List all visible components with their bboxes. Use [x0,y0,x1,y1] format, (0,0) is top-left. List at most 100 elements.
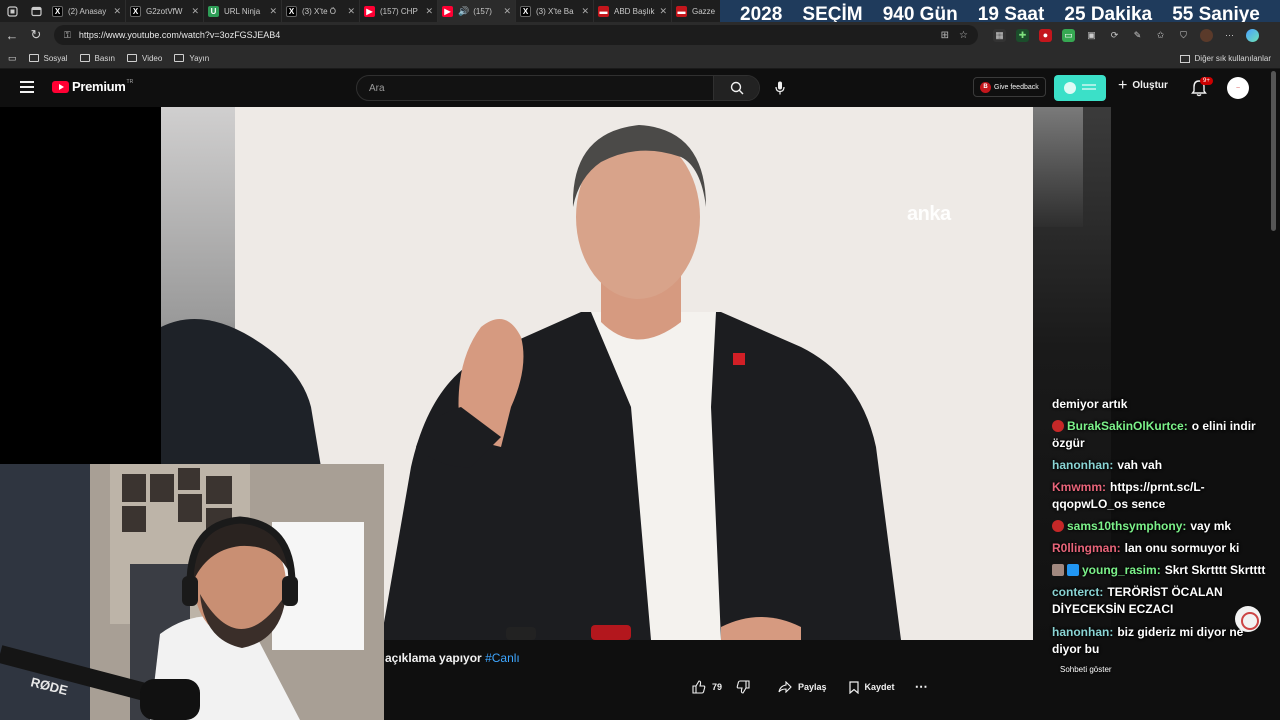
bookmark-icon [848,680,859,694]
close-tab-icon[interactable]: ✕ [113,6,121,17]
extension-toggle-button[interactable] [1054,75,1106,101]
share-icon [778,681,792,693]
close-tab-icon[interactable]: ✕ [581,6,589,17]
x-logo-icon: X [130,5,141,17]
extension-icon[interactable]: ● [1039,28,1052,42]
guide-menu-icon[interactable] [20,81,34,93]
news-icon: ▬ [676,5,687,17]
close-tab-icon[interactable]: ✕ [503,6,511,17]
chat-message: young_rasim: Skrt Skrtttt Skrtttt [1052,562,1276,579]
chat-username: hanonhan: [1052,458,1114,472]
notification-count-badge: 9+ [1200,77,1213,85]
copilot-icon[interactable] [1246,28,1259,42]
search-icon [730,81,743,95]
hashtag-link[interactable]: #Canlı [485,651,520,665]
chat-username: R0llingman: [1052,541,1121,555]
bookmark-label: Video [142,53,163,63]
page-scrollbar[interactable] [1271,71,1276,231]
x-logo-icon: X [520,5,531,17]
reload-icon[interactable]: ↻ [24,22,48,48]
folder-icon [28,54,39,62]
show-chat-button[interactable]: Sohbeti göster [1060,665,1112,674]
search-input[interactable]: Ara [357,76,713,100]
bookmark-star-icon[interactable]: ☆ [959,30,968,41]
chat-message: R0llingman: lan onu sormuyor ki [1052,540,1276,557]
close-tab-icon[interactable]: ✕ [191,6,199,17]
extension-icon[interactable]: ⟳ [1108,29,1121,42]
overlay-logo-icon [1235,606,1261,632]
youtube-play-icon [52,80,69,93]
create-button[interactable]: + Oluştur [1118,77,1168,93]
url-text: https://www.youtube.com/watch?v=3ozFGSJE… [78,30,281,40]
more-actions-button[interactable]: ⋯ [915,679,928,695]
save-button[interactable]: Kaydet [848,680,895,694]
tab-title: URL Ninja [224,6,261,16]
close-tab-icon[interactable]: ✕ [347,6,355,17]
address-bar-row: ← ↻ ⚿ https://www.youtube.com/watch?v=3o… [0,22,1280,48]
video-title: açıklama yapıyor #Canlı [385,651,520,665]
browser-tab[interactable]: X (3) X'te Ba ✕ [516,0,594,22]
close-tab-icon[interactable]: ✕ [269,6,277,17]
feedback-label: Give feedback [994,83,1039,91]
bookmark-folder[interactable]: Yayın [174,54,209,63]
video-actions: 79 Paylaş Kaydet ⋯ [692,679,942,695]
chat-username: hanonhan: [1052,625,1114,639]
tab-actions-icon[interactable] [24,0,48,22]
browser-tab[interactable]: ▶ (157) CHP ✕ [360,0,438,22]
x-logo-icon: X [286,5,297,17]
search-button[interactable] [713,76,759,100]
bookmark-folder[interactable]: Basın [79,53,115,63]
share-button[interactable]: Paylaş [778,681,827,693]
extension-icon[interactable]: ✎ [1131,29,1144,42]
bookmark-label: Basın [94,53,115,63]
video-title-text: açıklama yapıyor [385,651,482,665]
chat-username: conterct: [1052,585,1104,599]
voice-search-icon[interactable] [772,80,788,96]
browser-tab[interactable]: X (2) Anasay ✕ [48,0,126,22]
news-icon: ▬ [598,5,609,17]
browser-tab[interactable]: ▬ Gazze [672,0,722,22]
close-tab-icon[interactable]: ✕ [425,6,433,17]
browser-tab[interactable]: X (3) X'te Ö ✕ [282,0,360,22]
workspaces-icon[interactable] [0,0,24,22]
browser-tab[interactable]: ▬ ABD Başlık ✕ [594,0,672,22]
url-ninja-icon: U [208,5,219,17]
thumbs-up-icon [692,680,706,694]
browser-tab[interactable]: U URL Ninja ✕ [204,0,282,22]
app-available-icon[interactable]: ⊞ [941,30,949,41]
dislike-button[interactable] [736,680,756,694]
url-field[interactable]: ⚿ https://www.youtube.com/watch?v=3ozFGS… [54,25,978,45]
profile-avatar-icon[interactable] [1200,28,1213,42]
close-tab-icon[interactable]: ✕ [659,6,667,17]
bookmark-folder[interactable]: Sosyal [28,54,68,63]
back-icon[interactable]: ← [0,22,24,48]
browser-tab[interactable]: X G2zotVfW ✕ [126,0,204,22]
reading-list-icon[interactable]: ▭ [8,53,17,64]
extensions-bar: ▦ ✚ ● ▭ ▣ ⟳ ✎ ✩ ⛉ ⋯ [988,28,1264,42]
chat-message: hanonhan: vah vah [1052,457,1276,474]
other-favorites[interactable]: Diğer sık kullanılanlar [1179,48,1271,69]
anka-watermark: anka [907,203,951,225]
browser-tab-active[interactable]: ▶ 🔊 (157) ✕ [438,0,516,22]
bookmark-label: Yayın [189,53,210,63]
speaker-icon[interactable]: 🔊 [458,6,469,17]
account-avatar[interactable]: ~ [1227,77,1249,99]
video-info: açıklama yapıyor #Canlı 79 Paylaş Kaydet… [384,640,1044,720]
site-info-icon[interactable]: ⚿ [64,30,71,41]
save-label: Kaydet [864,682,895,692]
more-options-icon[interactable]: ⋯ [1223,29,1236,42]
browser-window: { "browser": { "tabs": [ {"title": "(2) … [0,0,1280,720]
extension-icon[interactable]: ▦ [993,28,1006,42]
extension-icon[interactable]: ✚ [1016,28,1029,42]
user-avatar-icon [1052,564,1064,576]
favorites-icon[interactable]: ✩ [1154,29,1167,42]
bookmark-folder[interactable]: Video [127,54,162,63]
shield-icon[interactable]: ⛉ [1177,29,1190,42]
tab-title: (3) X'te Ba [536,6,574,16]
extension-icon[interactable]: ▭ [1062,28,1075,42]
give-feedback-button[interactable]: B Give feedback [973,77,1046,97]
like-button[interactable]: 79 [692,680,722,694]
youtube-premium-logo[interactable]: Premium TR [52,79,133,94]
folder-icon [1179,54,1190,63]
extension-icon[interactable]: ▣ [1085,29,1098,42]
